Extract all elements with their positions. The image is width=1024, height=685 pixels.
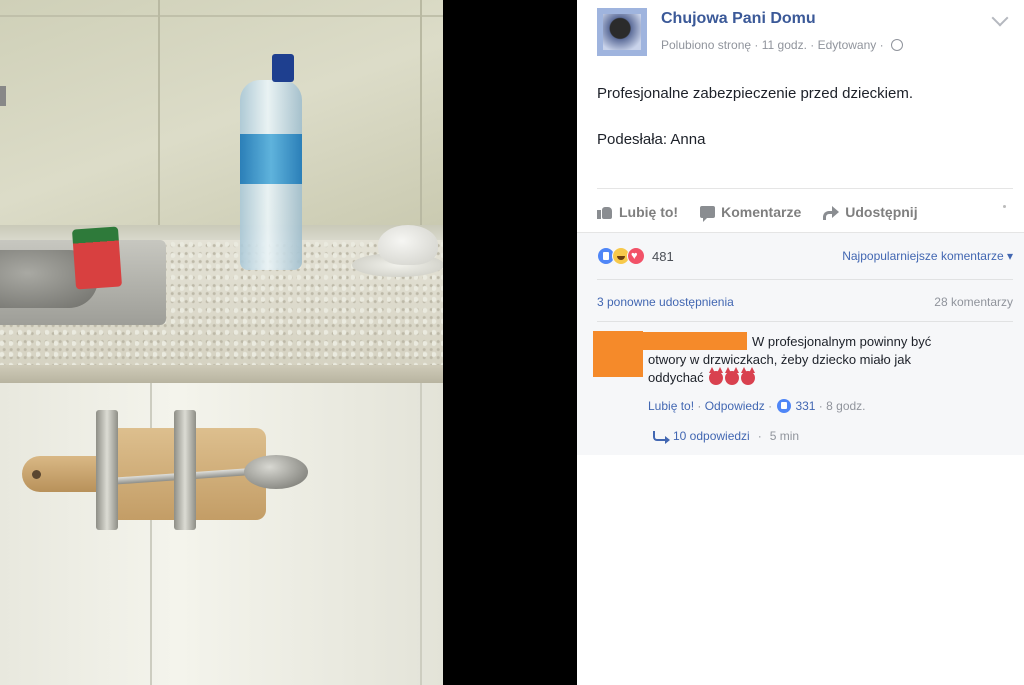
comment-like-count[interactable]: 331 [795, 399, 815, 413]
share-button[interactable]: Udostępnij [823, 200, 918, 224]
edited-label[interactable]: Edytowany [818, 38, 877, 52]
comment-like-button[interactable]: Lubię to! [648, 399, 694, 413]
post-time[interactable]: 11 godz. [762, 38, 807, 52]
dish [352, 225, 443, 280]
post-text-line: Profesjonalne zabezpieczenie przed dziec… [597, 85, 914, 102]
post-photo[interactable] [0, 0, 443, 685]
page-avatar[interactable] [597, 8, 647, 56]
shares-link[interactable]: 3 ponowne udostępnienia [597, 295, 734, 309]
divider [597, 188, 1013, 189]
like-reaction-icon [777, 399, 792, 413]
sort-label: Najpopularniejsze komentarze [842, 249, 1004, 263]
comment-line-last: oddychać [648, 367, 978, 390]
comment-button[interactable]: Komentarze [700, 200, 801, 224]
redacted-avatar [593, 331, 643, 377]
comment-icon [700, 206, 716, 222]
chevron-down-icon[interactable] [991, 9, 1009, 27]
facebook-post: Chujowa Pani Domu Polubiono stronę · 11 … [577, 0, 1024, 685]
devil-emoji-icon [741, 367, 756, 385]
comment-time[interactable]: 8 godz. [826, 399, 865, 413]
devil-emoji-icon [725, 367, 740, 385]
post-header: Chujowa Pani Domu Polubiono stronę · 11 … [577, 0, 1024, 60]
divider [597, 321, 1013, 322]
devil-emoji-icon [709, 367, 724, 385]
wall-tiles [0, 0, 443, 245]
door-handle-left [96, 410, 118, 530]
comment-line: oddychać [648, 370, 704, 385]
view-replies[interactable]: 10 odpowiedzi · 5 min [653, 429, 800, 444]
more-dot [1003, 205, 1006, 208]
like-button[interactable]: Lubię to! [597, 200, 678, 224]
comments-count[interactable]: 28 komentarzy [934, 295, 1013, 309]
sort-comments-dropdown[interactable]: Najpopularniejsze komentarze ▾ [842, 249, 1013, 263]
liked-label: Polubiono stronę [661, 38, 752, 52]
door-handle-right [174, 410, 196, 530]
comment-label: Komentarze [721, 204, 802, 220]
post-actions: Lubię to! Komentarze Udostępnij [597, 200, 918, 224]
post-text-line: Podesłała: Anna [597, 131, 706, 148]
reaction-count[interactable]: 481 [652, 249, 674, 264]
cabinet-gap [420, 383, 422, 685]
like-icon [597, 205, 613, 219]
share-label: Udostępnij [845, 204, 918, 220]
page-name[interactable]: Chujowa Pani Domu [661, 10, 816, 28]
devil-emoji-group [707, 367, 756, 390]
globe-icon [890, 39, 903, 51]
comment: W profesjonalnym powinny być otwory w dr… [593, 331, 1013, 451]
water-bottle [232, 54, 306, 272]
sponge [71, 226, 123, 290]
spoon [109, 455, 310, 491]
comment-line: W profesjonalnym powinny być [752, 334, 932, 349]
like-label: Lubię to! [619, 204, 679, 220]
tap [0, 86, 6, 106]
feedback-section: 481 Najpopularniejsze komentarze ▾ 3 pon… [577, 232, 1024, 455]
post-meta: Polubiono stronę · 11 godz. · Edytowany … [661, 38, 903, 52]
share-icon [823, 206, 840, 220]
reactions-summary[interactable]: 481 [597, 247, 674, 265]
post-text: Profesjonalne zabezpieczenie przed dziec… [597, 84, 913, 176]
reply-arrow-icon [653, 431, 670, 444]
replies-time: 5 min [769, 429, 800, 443]
replies-label: 10 odpowiedzi [673, 429, 750, 443]
counter-edge [0, 365, 443, 383]
comment-text: W profesjonalnym powinny być otwory w dr… [648, 333, 978, 390]
comment-line: otwory w drzwiczkach, żeby dziecko miało… [648, 352, 911, 367]
love-reaction-icon [627, 247, 645, 265]
comment-actions: Lubię to! · Odpowiedz · 331 · 8 godz. [648, 399, 866, 413]
divider [597, 279, 1013, 280]
comment-reply-button[interactable]: Odpowiedz [705, 399, 765, 413]
